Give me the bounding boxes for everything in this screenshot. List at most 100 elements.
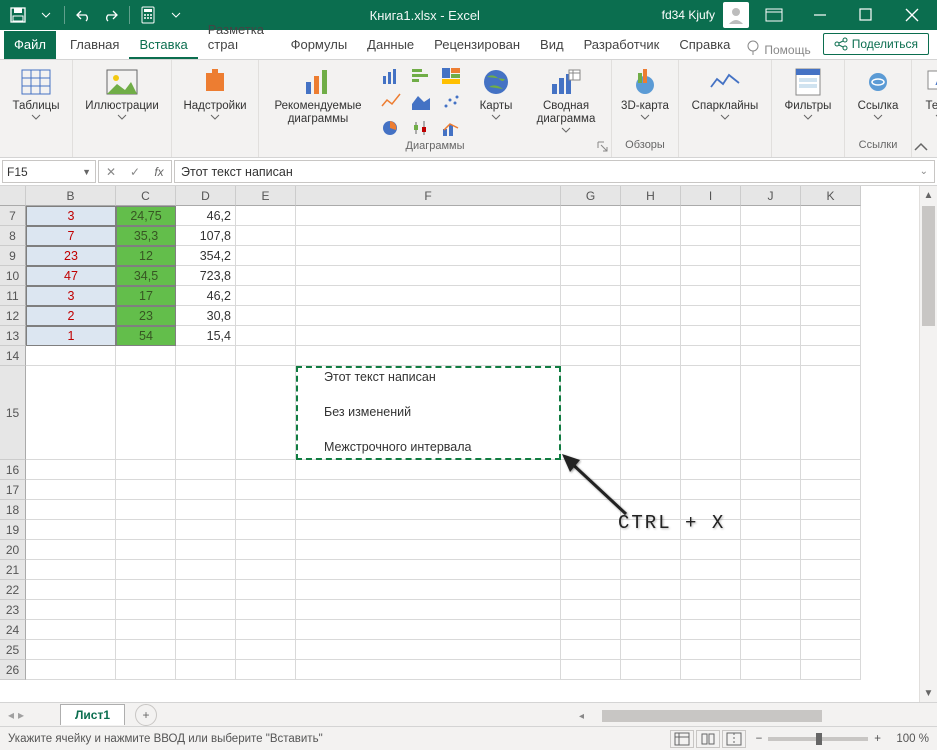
- save-icon[interactable]: [6, 3, 30, 27]
- cell[interactable]: 15,4: [176, 326, 236, 346]
- col-header-H[interactable]: H: [621, 186, 681, 206]
- cell[interactable]: [621, 226, 681, 246]
- cell[interactable]: [621, 326, 681, 346]
- cell[interactable]: 107,8: [176, 226, 236, 246]
- sparklines-button[interactable]: Спарклайны: [685, 64, 765, 120]
- cell[interactable]: [236, 520, 296, 540]
- cell[interactable]: [741, 306, 801, 326]
- row-header[interactable]: 9: [0, 246, 26, 266]
- cell[interactable]: [296, 480, 561, 500]
- illustrations-button[interactable]: Иллюстрации: [79, 64, 165, 120]
- qat-customize-icon[interactable]: [164, 3, 188, 27]
- cell[interactable]: [236, 540, 296, 560]
- cell[interactable]: 47: [26, 266, 116, 286]
- cell[interactable]: [26, 560, 116, 580]
- cell[interactable]: [296, 520, 561, 540]
- scrollbar-thumb[interactable]: [922, 206, 935, 326]
- cell[interactable]: [236, 246, 296, 266]
- cell[interactable]: [236, 580, 296, 600]
- cell[interactable]: [176, 460, 236, 480]
- col-header-G[interactable]: G: [561, 186, 621, 206]
- accept-formula-icon[interactable]: ✓: [123, 165, 147, 179]
- col-header-E[interactable]: E: [236, 186, 296, 206]
- row-header[interactable]: 15: [0, 366, 26, 460]
- cell[interactable]: [741, 226, 801, 246]
- col-header-J[interactable]: J: [741, 186, 801, 206]
- cell[interactable]: [296, 580, 561, 600]
- cell[interactable]: [801, 640, 861, 660]
- row-header[interactable]: 10: [0, 266, 26, 286]
- cell[interactable]: 23: [26, 246, 116, 266]
- horizontal-scrollbar[interactable]: ◂: [579, 708, 919, 724]
- cell[interactable]: [296, 560, 561, 580]
- cell[interactable]: [741, 286, 801, 306]
- cell[interactable]: [116, 600, 176, 620]
- vertical-scrollbar[interactable]: ▲ ▼: [919, 186, 937, 702]
- cell[interactable]: [681, 326, 741, 346]
- cell[interactable]: [801, 226, 861, 246]
- cell[interactable]: [236, 640, 296, 660]
- cell[interactable]: [741, 480, 801, 500]
- fx-icon[interactable]: fx: [147, 165, 171, 179]
- row-header[interactable]: 21: [0, 560, 26, 580]
- cell[interactable]: [176, 366, 236, 460]
- cell[interactable]: 17: [116, 286, 176, 306]
- area-chart-icon[interactable]: [407, 90, 435, 114]
- zoom-in-icon[interactable]: +: [874, 733, 881, 745]
- cell[interactable]: [801, 460, 861, 480]
- cell[interactable]: [236, 366, 296, 460]
- cell[interactable]: [116, 620, 176, 640]
- tab-вид[interactable]: Вид: [530, 31, 574, 59]
- tab-главная[interactable]: Главная: [60, 31, 129, 59]
- dialog-launcher-icon[interactable]: [598, 141, 608, 155]
- cell[interactable]: [236, 620, 296, 640]
- cell[interactable]: [741, 346, 801, 366]
- cell[interactable]: [621, 560, 681, 580]
- cell[interactable]: [681, 346, 741, 366]
- row-header[interactable]: 13: [0, 326, 26, 346]
- col-header-F[interactable]: F: [296, 186, 561, 206]
- pie-chart-icon[interactable]: [377, 116, 405, 140]
- expand-formula-icon[interactable]: ⌄: [920, 166, 928, 177]
- combo-chart-icon[interactable]: [437, 116, 465, 140]
- cell[interactable]: [296, 246, 561, 266]
- cell[interactable]: [801, 286, 861, 306]
- cell[interactable]: [176, 580, 236, 600]
- page-layout-view-icon[interactable]: [696, 730, 720, 748]
- cell[interactable]: [561, 480, 621, 500]
- cell[interactable]: [26, 660, 116, 680]
- cell[interactable]: [116, 540, 176, 560]
- cancel-formula-icon[interactable]: ✕: [99, 165, 123, 179]
- maps-button[interactable]: Карты: [471, 64, 521, 120]
- text-button[interactable]: A Текст: [918, 64, 937, 120]
- cell[interactable]: 3: [26, 206, 116, 226]
- cell[interactable]: [621, 266, 681, 286]
- cell[interactable]: 30,8: [176, 306, 236, 326]
- cell[interactable]: [621, 346, 681, 366]
- new-sheet-icon[interactable]: +: [135, 704, 157, 726]
- cell[interactable]: [741, 266, 801, 286]
- normal-view-icon[interactable]: [670, 730, 694, 748]
- cell[interactable]: [681, 306, 741, 326]
- redo-icon[interactable]: [99, 3, 123, 27]
- cell[interactable]: [621, 600, 681, 620]
- cell[interactable]: [681, 266, 741, 286]
- cell[interactable]: [26, 500, 116, 520]
- cell[interactable]: [296, 600, 561, 620]
- cell[interactable]: [176, 660, 236, 680]
- cell[interactable]: 3: [26, 286, 116, 306]
- cell[interactable]: [801, 540, 861, 560]
- zoom-control[interactable]: − + 100 %: [756, 733, 929, 745]
- cell[interactable]: 12: [116, 246, 176, 266]
- hierarchy-chart-icon[interactable]: [437, 64, 465, 88]
- cell[interactable]: [296, 306, 561, 326]
- cell[interactable]: 2: [26, 306, 116, 326]
- cell[interactable]: [681, 480, 741, 500]
- cell[interactable]: [296, 660, 561, 680]
- cell[interactable]: 24,75: [116, 206, 176, 226]
- worksheet-grid[interactable]: BCDEFGHIJK 78910111213141516171819202122…: [0, 186, 937, 702]
- cell[interactable]: [26, 540, 116, 560]
- tellme-bulb-icon[interactable]: [746, 40, 760, 59]
- row-header[interactable]: 18: [0, 500, 26, 520]
- cell[interactable]: 23: [116, 306, 176, 326]
